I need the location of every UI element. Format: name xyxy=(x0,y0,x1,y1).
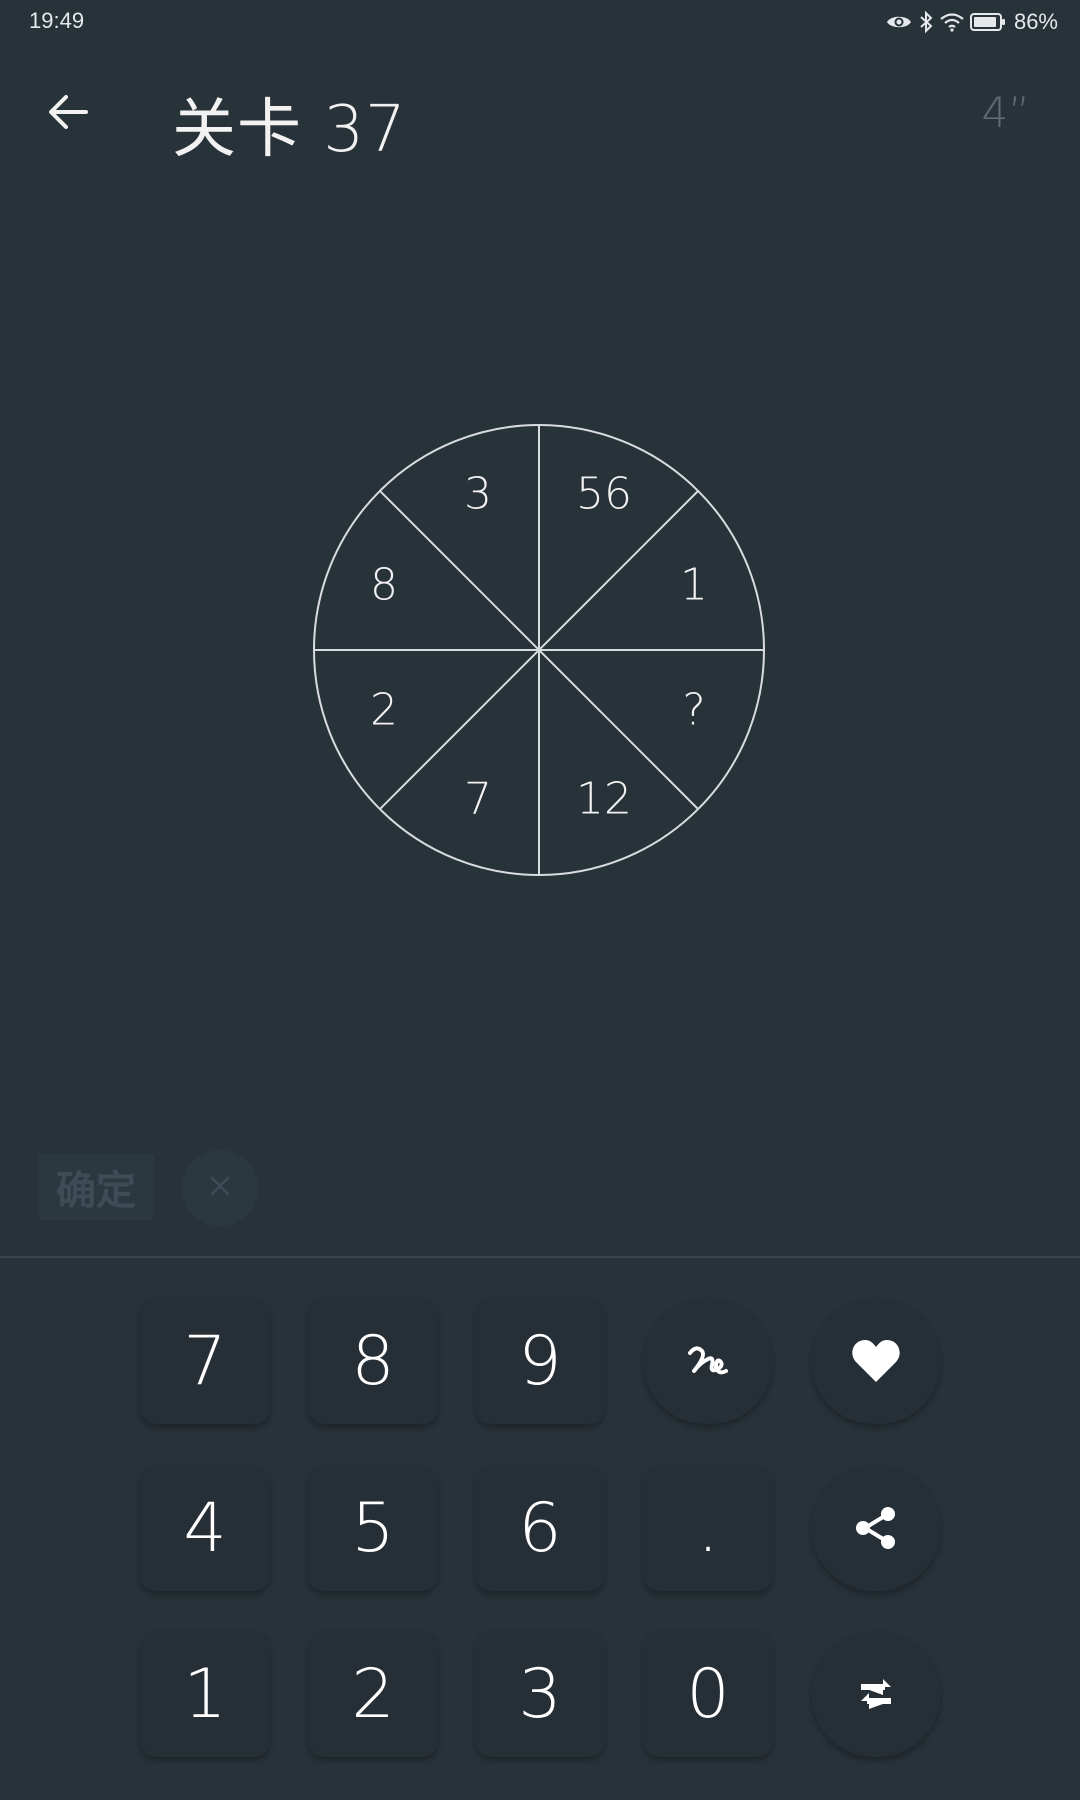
status-bar: 19:49 86% xyxy=(0,0,1080,44)
slice-left-top: 8 xyxy=(370,559,398,611)
slice-top-left: 3 xyxy=(464,468,492,520)
arrow-left-icon xyxy=(46,92,90,136)
timer: 4” xyxy=(981,88,1030,137)
key-4[interactable]: 4 xyxy=(140,1465,270,1591)
favorite-button[interactable] xyxy=(811,1298,941,1424)
back-button[interactable] xyxy=(36,82,100,146)
status-time: 19:49 xyxy=(29,8,85,33)
battery-percent: 86% xyxy=(1013,9,1058,34)
clear-button[interactable] xyxy=(182,1150,258,1226)
status-icons: 86% xyxy=(886,8,1058,36)
level-title: 关卡 37 xyxy=(172,93,407,167)
heart-icon xyxy=(851,1338,901,1384)
scribble-icon xyxy=(686,1341,730,1381)
key-0[interactable]: 0 xyxy=(643,1631,773,1757)
key-3[interactable]: 3 xyxy=(475,1631,605,1757)
share-button[interactable] xyxy=(811,1465,941,1591)
swap-arrows-icon xyxy=(853,1674,899,1714)
swap-button[interactable] xyxy=(811,1631,941,1757)
key-6[interactable]: 6 xyxy=(475,1465,605,1591)
game-screen: 19:49 86% 关卡 37 4” 3 56 1 ? 12 7 2 8 确定 … xyxy=(0,0,1080,1800)
bluetooth-icon xyxy=(918,10,934,34)
confirm-button[interactable]: 确定 xyxy=(38,1154,154,1220)
hint-button[interactable] xyxy=(643,1298,773,1424)
key-1[interactable]: 1 xyxy=(140,1631,270,1757)
slice-bottom-right: 12 xyxy=(576,773,632,825)
slice-bottom-left: 7 xyxy=(464,773,492,825)
puzzle-circle: 3 56 1 ? 12 7 2 8 xyxy=(308,419,770,881)
share-icon xyxy=(853,1504,899,1552)
key-9[interactable]: 9 xyxy=(475,1298,605,1424)
slice-top-right: 56 xyxy=(576,468,632,520)
key-5[interactable]: 5 xyxy=(308,1465,438,1591)
key-8[interactable]: 8 xyxy=(308,1298,438,1424)
slice-left-bottom: 2 xyxy=(370,684,398,736)
puzzle-circle-graphic xyxy=(313,424,765,876)
divider xyxy=(0,1256,1080,1258)
key-dot[interactable]: . xyxy=(643,1465,773,1591)
slice-right-bottom: ? xyxy=(682,684,706,736)
battery-icon xyxy=(969,12,1006,32)
eye-icon xyxy=(886,12,912,32)
slice-right-top: 1 xyxy=(680,559,708,611)
key-2[interactable]: 2 xyxy=(308,1631,438,1757)
header: 关卡 37 4” xyxy=(0,60,1080,167)
close-icon xyxy=(208,1174,232,1202)
key-7[interactable]: 7 xyxy=(140,1298,270,1424)
wifi-icon xyxy=(940,12,964,32)
